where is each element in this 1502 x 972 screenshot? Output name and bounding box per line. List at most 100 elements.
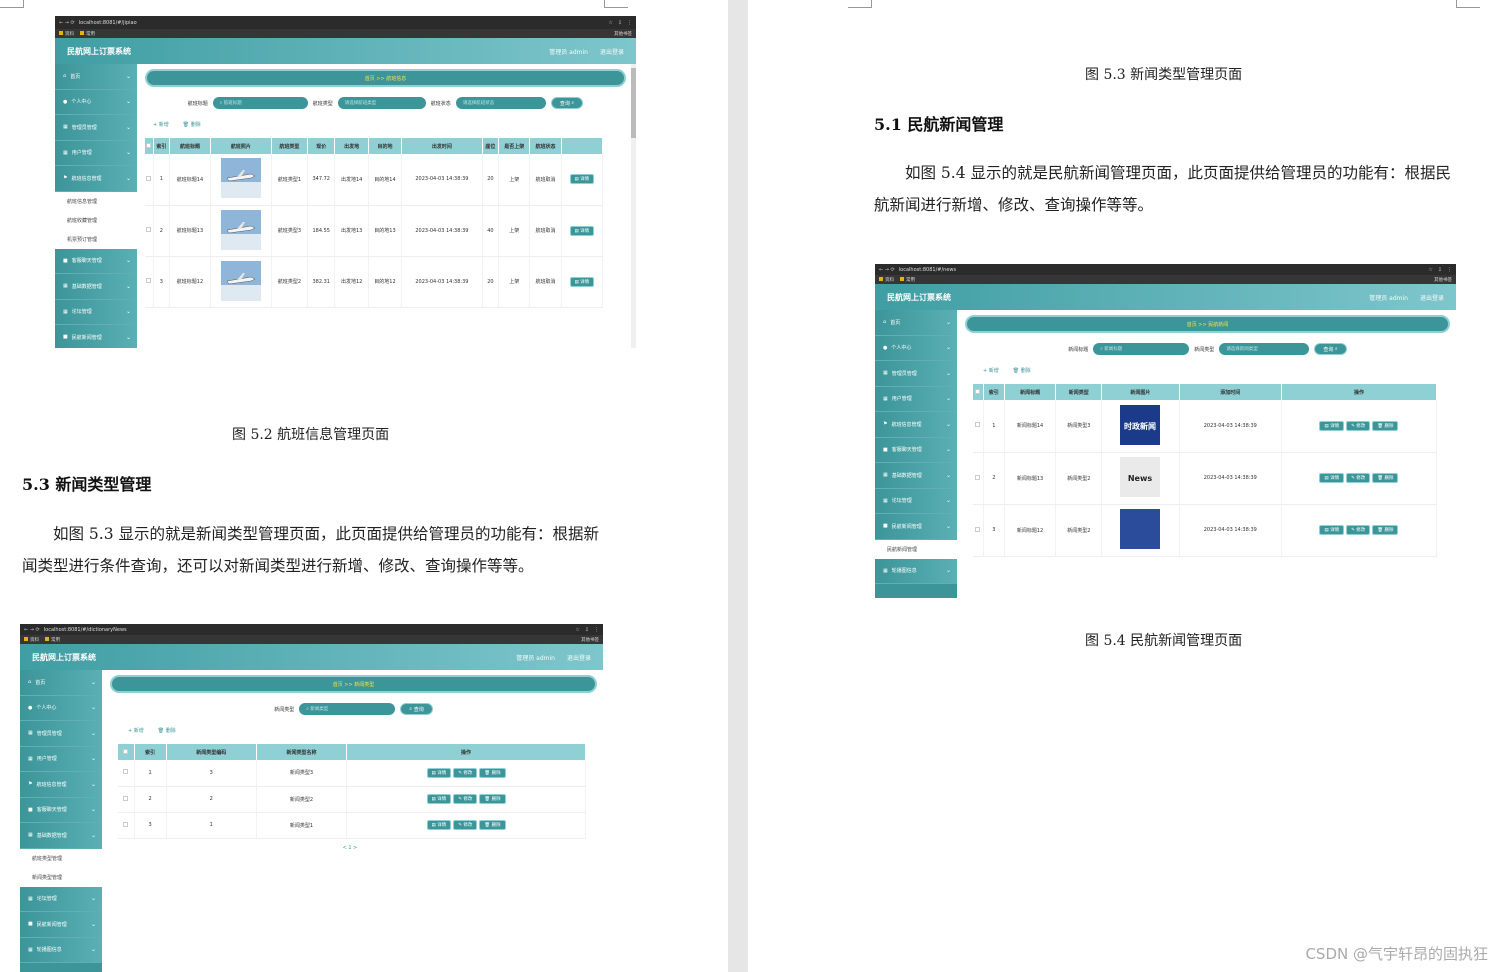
submenu-item[interactable]: 民航新闻管理 [875, 539, 957, 559]
menu-item[interactable]: ■ 民航新闻管理 [875, 514, 957, 540]
svg-text:News: News [1128, 474, 1153, 483]
menu-item[interactable]: ▦ 用户管理 [20, 746, 102, 772]
detail-button[interactable]: ▤ 详情 [569, 174, 595, 185]
title-search-input[interactable]: ⌕ 航班标题 [212, 97, 308, 109]
detail-button[interactable]: ▤ 详情 [569, 225, 595, 236]
row-checkbox[interactable] [146, 278, 152, 283]
menu-item[interactable]: ▦ 管理员管理 [20, 721, 102, 747]
detail-button[interactable]: ▤ 详情 [1319, 525, 1345, 535]
menu-item[interactable]: ⌂ 首页 [875, 310, 957, 336]
menu-item[interactable]: ▦ 轮播图信息 [875, 558, 957, 584]
table-header-cell [973, 384, 984, 400]
table-header-cell: 现价 [307, 138, 336, 154]
detail-button[interactable]: ▤ 详情 [1319, 420, 1345, 431]
menu-item[interactable]: ▦ 论坛管理 [20, 886, 102, 912]
menu-item[interactable]: ▦ 论坛管理 [55, 299, 137, 325]
row-checkbox[interactable] [975, 474, 981, 480]
detail-button[interactable]: ▤ 详情 [569, 276, 595, 287]
select-all-checkbox[interactable] [123, 748, 129, 754]
select-all-checkbox[interactable] [146, 142, 152, 148]
row-checkbox[interactable] [123, 821, 129, 827]
detail-button[interactable]: ▤ 详情 [426, 767, 452, 778]
detail-button[interactable]: ▤ 详情 [426, 820, 452, 830]
add-button[interactable]: + 新增 [128, 727, 144, 734]
add-button[interactable]: + 新增 [153, 121, 169, 128]
edit-button[interactable]: ✎ 修改 [1346, 473, 1371, 483]
delete-button[interactable]: 🗑 删除 [1013, 367, 1031, 374]
logout-link[interactable]: 退出登录 [567, 653, 591, 662]
sidebar: ⌂首页 ●个人中心 ▦管理员管理 ▦用户管理 ⚑航班信息管理 ■客服聊天管理 ▦… [20, 670, 102, 972]
menu-item[interactable]: ▦ 基础数据管理 [20, 823, 102, 849]
logout-link[interactable]: 退出登录 [1420, 293, 1444, 302]
edit-button[interactable]: ✎ 修改 [453, 767, 478, 778]
menu-item[interactable]: ▦ 管理员管理 [875, 361, 957, 387]
delete-button[interactable]: 🗑 删除 [479, 820, 506, 830]
news-type-search-input[interactable]: ⌕ 新闻类型 [299, 703, 396, 715]
row-checkbox[interactable] [146, 227, 152, 232]
edit-button[interactable]: ✎ 修改 [453, 820, 478, 830]
figure-news-screenshot: ← → ⟳ localhost:8081/#/news ☆ ⇩ ⋮ 资料 常用 其他书签… [875, 264, 1456, 598]
menu-item[interactable]: ▦ 基础数据管理 [875, 463, 957, 489]
menu-item[interactable]: ▦ 论坛管理 [875, 488, 957, 514]
menu-item[interactable]: ▦ 用户管理 [55, 140, 137, 166]
pagination[interactable]: < 1 > [110, 845, 590, 851]
delete-button[interactable]: 🗑 删除 [158, 727, 176, 734]
table-cell: 航班取消 [529, 256, 562, 308]
submenu-item[interactable]: 航班类型管理 [20, 848, 102, 868]
submenu-item[interactable]: 机票预订管理 [55, 229, 137, 249]
edit-button[interactable]: ✎ 修改 [1346, 525, 1371, 535]
select-all-checkbox[interactable] [975, 388, 981, 394]
menu-item[interactable]: ■ 客服聊天管理 [20, 797, 102, 823]
menu-item[interactable]: ⌂ 首页 [20, 670, 102, 696]
add-button[interactable]: + 新增 [983, 367, 999, 374]
menu-item[interactable]: ● 个人中心 [20, 695, 102, 721]
type-select[interactable]: 请选择航班类型 [337, 97, 426, 109]
detail-button[interactable]: ▤ 详情 [1319, 473, 1345, 483]
app-title: 民航网上订票系统 [887, 292, 951, 302]
menu-item[interactable]: ⚑ 航班信息管理 [20, 772, 102, 798]
news-title-search-input[interactable]: ⌕ 新闻标题 [1093, 343, 1190, 355]
search-button[interactable]: 查询 ⌕ [1314, 343, 1347, 355]
menu-item[interactable]: ▦ 基础数据管理 [55, 274, 137, 300]
delete-button[interactable]: 🗑 删除 [1372, 525, 1399, 535]
table-cell: 目的地14 [368, 154, 403, 206]
menu-item[interactable]: ⚑ 航班信息管理 [875, 412, 957, 438]
delete-button[interactable]: 🗑 删除 [479, 767, 506, 778]
menu-item[interactable]: ▦ 用户管理 [875, 386, 957, 412]
menu-item[interactable]: ■ 民航新闻管理 [20, 912, 102, 938]
row-checkbox[interactable] [975, 526, 981, 532]
menu-item[interactable]: ▦ 轮播图信息 [20, 937, 102, 963]
submenu-item[interactable]: 航班收藏管理 [55, 210, 137, 230]
delete-button[interactable]: 🗑 删除 [1372, 420, 1399, 431]
delete-button[interactable]: 🗑 删除 [1372, 473, 1399, 483]
menu-item[interactable]: ⌂ 首页 [55, 64, 137, 90]
row-checkbox[interactable] [123, 795, 129, 801]
table-header-cell: 航班标题 [169, 138, 211, 154]
delete-button[interactable]: 🗑 删除 [183, 121, 201, 128]
submenu-item[interactable]: 航班信息管理 [55, 191, 137, 211]
menu-item[interactable]: ■ 客服聊天管理 [875, 437, 957, 463]
edit-button[interactable]: ✎ 修改 [1346, 420, 1371, 431]
scrollbar[interactable] [631, 64, 636, 348]
table-cell: 3 [153, 256, 171, 308]
edit-button[interactable]: ✎ 修改 [453, 794, 478, 804]
row-checkbox[interactable] [123, 769, 129, 775]
detail-button[interactable]: ▤ 详情 [426, 794, 452, 804]
search-button[interactable]: 查询 ⌕ [550, 97, 584, 109]
news-type-select[interactable]: 请选择新闻类型 [1219, 343, 1310, 355]
menu-item[interactable]: ● 个人中心 [875, 335, 957, 361]
menu-item[interactable]: ● 个人中心 [55, 89, 137, 115]
search-button[interactable]: ⌕ 查询 [400, 703, 433, 715]
menu-item[interactable]: ⚑ 航班信息管理 [55, 166, 137, 192]
submenu-item[interactable]: 新闻类型管理 [20, 867, 102, 887]
delete-button[interactable]: 🗑 删除 [479, 794, 506, 804]
status-select[interactable]: 请选择航班状态 [455, 97, 546, 109]
menu-item[interactable]: ■ 民航新闻管理 [55, 325, 137, 348]
table-cell: 新闻标题14 [1004, 400, 1057, 453]
table-header-cell: 新闻图片 [1101, 384, 1180, 400]
row-checkbox[interactable] [146, 175, 152, 181]
row-checkbox[interactable] [975, 422, 981, 428]
logout-link[interactable]: 退出登录 [600, 47, 624, 56]
menu-item[interactable]: ■ 客服聊天管理 [55, 248, 137, 274]
menu-item[interactable]: ▦ 管理员管理 [55, 115, 137, 141]
